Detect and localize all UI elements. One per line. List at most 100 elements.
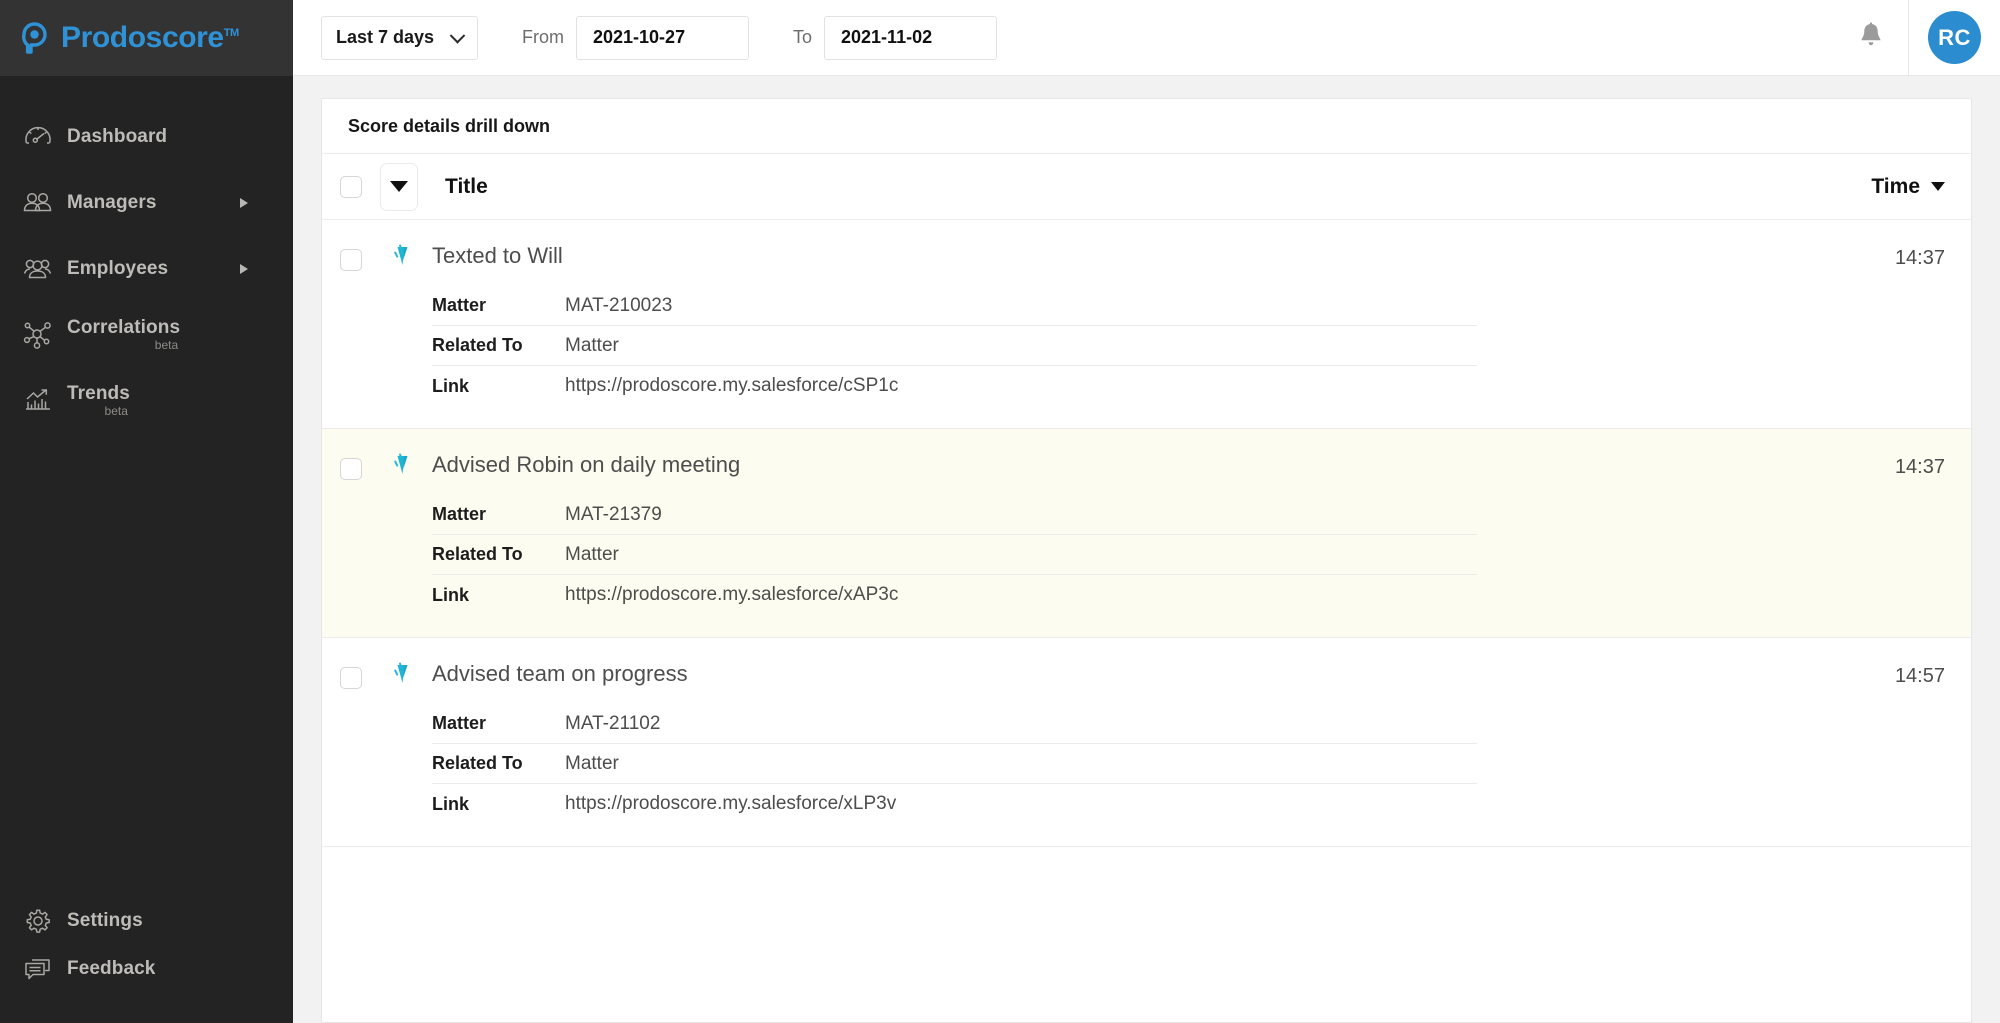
triangle-down-icon [1931, 182, 1945, 191]
main-area: Last 7 days From 2021-10-27 To 2021-11-0… [293, 0, 2000, 1023]
gear-icon [21, 904, 55, 938]
sidebar-item-label: Settings [67, 910, 143, 932]
detail-row-matter: Matter MAT-21102 [432, 704, 1477, 744]
table-header-row: Title Time [322, 154, 1971, 220]
row-details-table: Matter MAT-21102 Related To Matter Link … [432, 704, 1477, 824]
sidebar-item-label: Dashboard [67, 126, 168, 148]
table-row[interactable]: Advised Robin on daily meeting Matter MA… [322, 429, 1971, 638]
row-checkbox[interactable] [340, 458, 362, 480]
chat-bubble-icon [21, 952, 55, 986]
to-label: To [793, 27, 813, 47]
sidebar-item-label: Trends [67, 383, 130, 405]
row-details-table: Matter MAT-210023 Related To Matter Link… [432, 286, 1477, 406]
detail-row-link: Link https://prodoscore.my.salesforce/xA… [432, 575, 1477, 615]
sidebar-item-label: Managers [67, 192, 157, 214]
detail-label: Link [432, 584, 470, 605]
sidebar-item-managers[interactable]: Managers [0, 170, 293, 236]
detail-row-matter: Matter MAT-21379 [432, 495, 1477, 535]
row-content: Texted to Will Matter MAT-210023 Related… [424, 242, 1825, 406]
column-header-time-label: Time [1871, 174, 1920, 198]
salesforce-activity-icon [391, 244, 413, 406]
to-date-input[interactable]: 2021-11-02 [824, 15, 998, 60]
detail-label: Matter [432, 504, 487, 524]
bell-icon [1858, 21, 1884, 54]
top-toolbar: Last 7 days From 2021-10-27 To 2021-11-0… [293, 0, 2000, 76]
sidebar-bottom-nav: Settings Feedback [0, 897, 293, 1023]
table-row[interactable]: Advised team on progress Matter MAT-2110… [322, 638, 1971, 847]
brand-name-text: Prodoscore [61, 21, 224, 54]
content-area: Score details drill down Title Time Text… [293, 76, 2000, 1023]
row-time: 14:37 [1894, 247, 1945, 269]
row-source-icon-cell [380, 660, 424, 824]
sidebar-item-beta-badge: beta [104, 404, 128, 419]
from-date-value: 2021-10-27 [593, 27, 686, 47]
date-range-select[interactable]: Last 7 days [321, 15, 478, 60]
column-header-title[interactable]: Title [445, 175, 488, 199]
row-time: 14:37 [1894, 456, 1945, 478]
sidebar-item-beta-badge: beta [154, 338, 179, 353]
bulk-actions-dropdown[interactable] [380, 162, 418, 211]
row-title: Advised team on progress [432, 661, 688, 686]
row-checkbox[interactable] [340, 249, 362, 271]
detail-label: Link [432, 793, 470, 814]
detail-value: Matter [565, 752, 619, 774]
detail-row-related-to: Related To Matter [432, 326, 1477, 366]
row-source-icon-cell [380, 451, 424, 615]
detail-row-link: Link https://prodoscore.my.salesforce/xL… [432, 784, 1477, 824]
sidebar-item-managers-text: Managers [67, 193, 157, 213]
sidebar-item-label: Feedback [67, 958, 156, 980]
app-root: ProdoscoreTM Dashboard Managers Employee… [0, 0, 2000, 1023]
table-row[interactable]: Texted to Will Matter MAT-210023 Related… [322, 220, 1971, 429]
select-all-checkbox[interactable] [340, 175, 362, 198]
sidebar-item-feedback-text: Feedback [67, 959, 155, 979]
row-select-cell [322, 660, 380, 824]
sidebar-item-dashboard[interactable]: Dashboard [0, 104, 293, 170]
detail-link-value[interactable]: https://prodoscore.my.salesforce/xAP3c [565, 584, 898, 606]
column-header-time[interactable]: Time [1871, 175, 1945, 199]
sidebar-item-feedback[interactable]: Feedback [0, 945, 293, 993]
chevron-down-icon [449, 27, 466, 44]
sidebar-item-employees[interactable]: Employees [0, 236, 293, 302]
detail-link-value[interactable]: https://prodoscore.my.salesforce/xLP3v [565, 793, 896, 815]
from-date-input[interactable]: 2021-10-27 [576, 15, 749, 60]
date-range-value: Last 7 days [336, 27, 435, 47]
brand-name: ProdoscoreTM [61, 23, 239, 53]
sidebar-item-label: Employees [67, 258, 169, 280]
detail-link-value[interactable]: https://prodoscore.my.salesforce/cSP1c [565, 375, 898, 397]
triangle-down-icon [390, 181, 408, 192]
sidebar-item-settings[interactable]: Settings [0, 897, 293, 945]
detail-value: MAT-21379 [565, 503, 662, 525]
row-select-cell [322, 451, 380, 615]
employees-icon [21, 252, 55, 286]
row-select-cell [322, 242, 380, 406]
row-content: Advised Robin on daily meeting Matter MA… [424, 451, 1825, 615]
detail-value: MAT-21102 [565, 712, 661, 734]
detail-row-related-to: Related To Matter [432, 535, 1477, 575]
sidebar-item-settings-text: Settings [67, 911, 143, 931]
sidebar-item-trends[interactable]: Trends beta [0, 368, 293, 434]
detail-row-link: Link https://prodoscore.my.salesforce/cS… [432, 366, 1477, 406]
sidebar: ProdoscoreTM Dashboard Managers Employee… [0, 0, 293, 1023]
row-checkbox[interactable] [340, 667, 362, 689]
detail-label: Related To [432, 335, 523, 355]
brand-logo[interactable]: ProdoscoreTM [0, 0, 293, 76]
salesforce-activity-icon [391, 453, 413, 615]
avatar: RC [1928, 11, 1981, 64]
to-date-value: 2021-11-02 [841, 27, 933, 47]
chevron-right-icon[interactable] [240, 264, 248, 274]
row-content: Advised team on progress Matter MAT-2110… [424, 660, 1825, 824]
prodoscore-logo-icon [18, 21, 52, 55]
correlations-icon [21, 318, 55, 352]
chevron-right-icon[interactable] [240, 198, 248, 208]
detail-value: MAT-210023 [565, 294, 673, 316]
row-details-table: Matter MAT-21379 Related To Matter Link … [432, 495, 1477, 615]
user-menu-button[interactable]: RC [1908, 0, 2000, 76]
sidebar-item-correlations[interactable]: Correlations beta [0, 302, 293, 368]
avatar-initials: RC [1938, 24, 1971, 50]
salesforce-activity-icon [391, 662, 413, 824]
topbar-right-group: RC [1834, 0, 2000, 76]
detail-label: Related To [432, 544, 523, 564]
notifications-button[interactable] [1834, 0, 1908, 76]
sidebar-item-trends-text: Trends beta [67, 384, 130, 418]
brand-trademark: TM [223, 27, 239, 39]
